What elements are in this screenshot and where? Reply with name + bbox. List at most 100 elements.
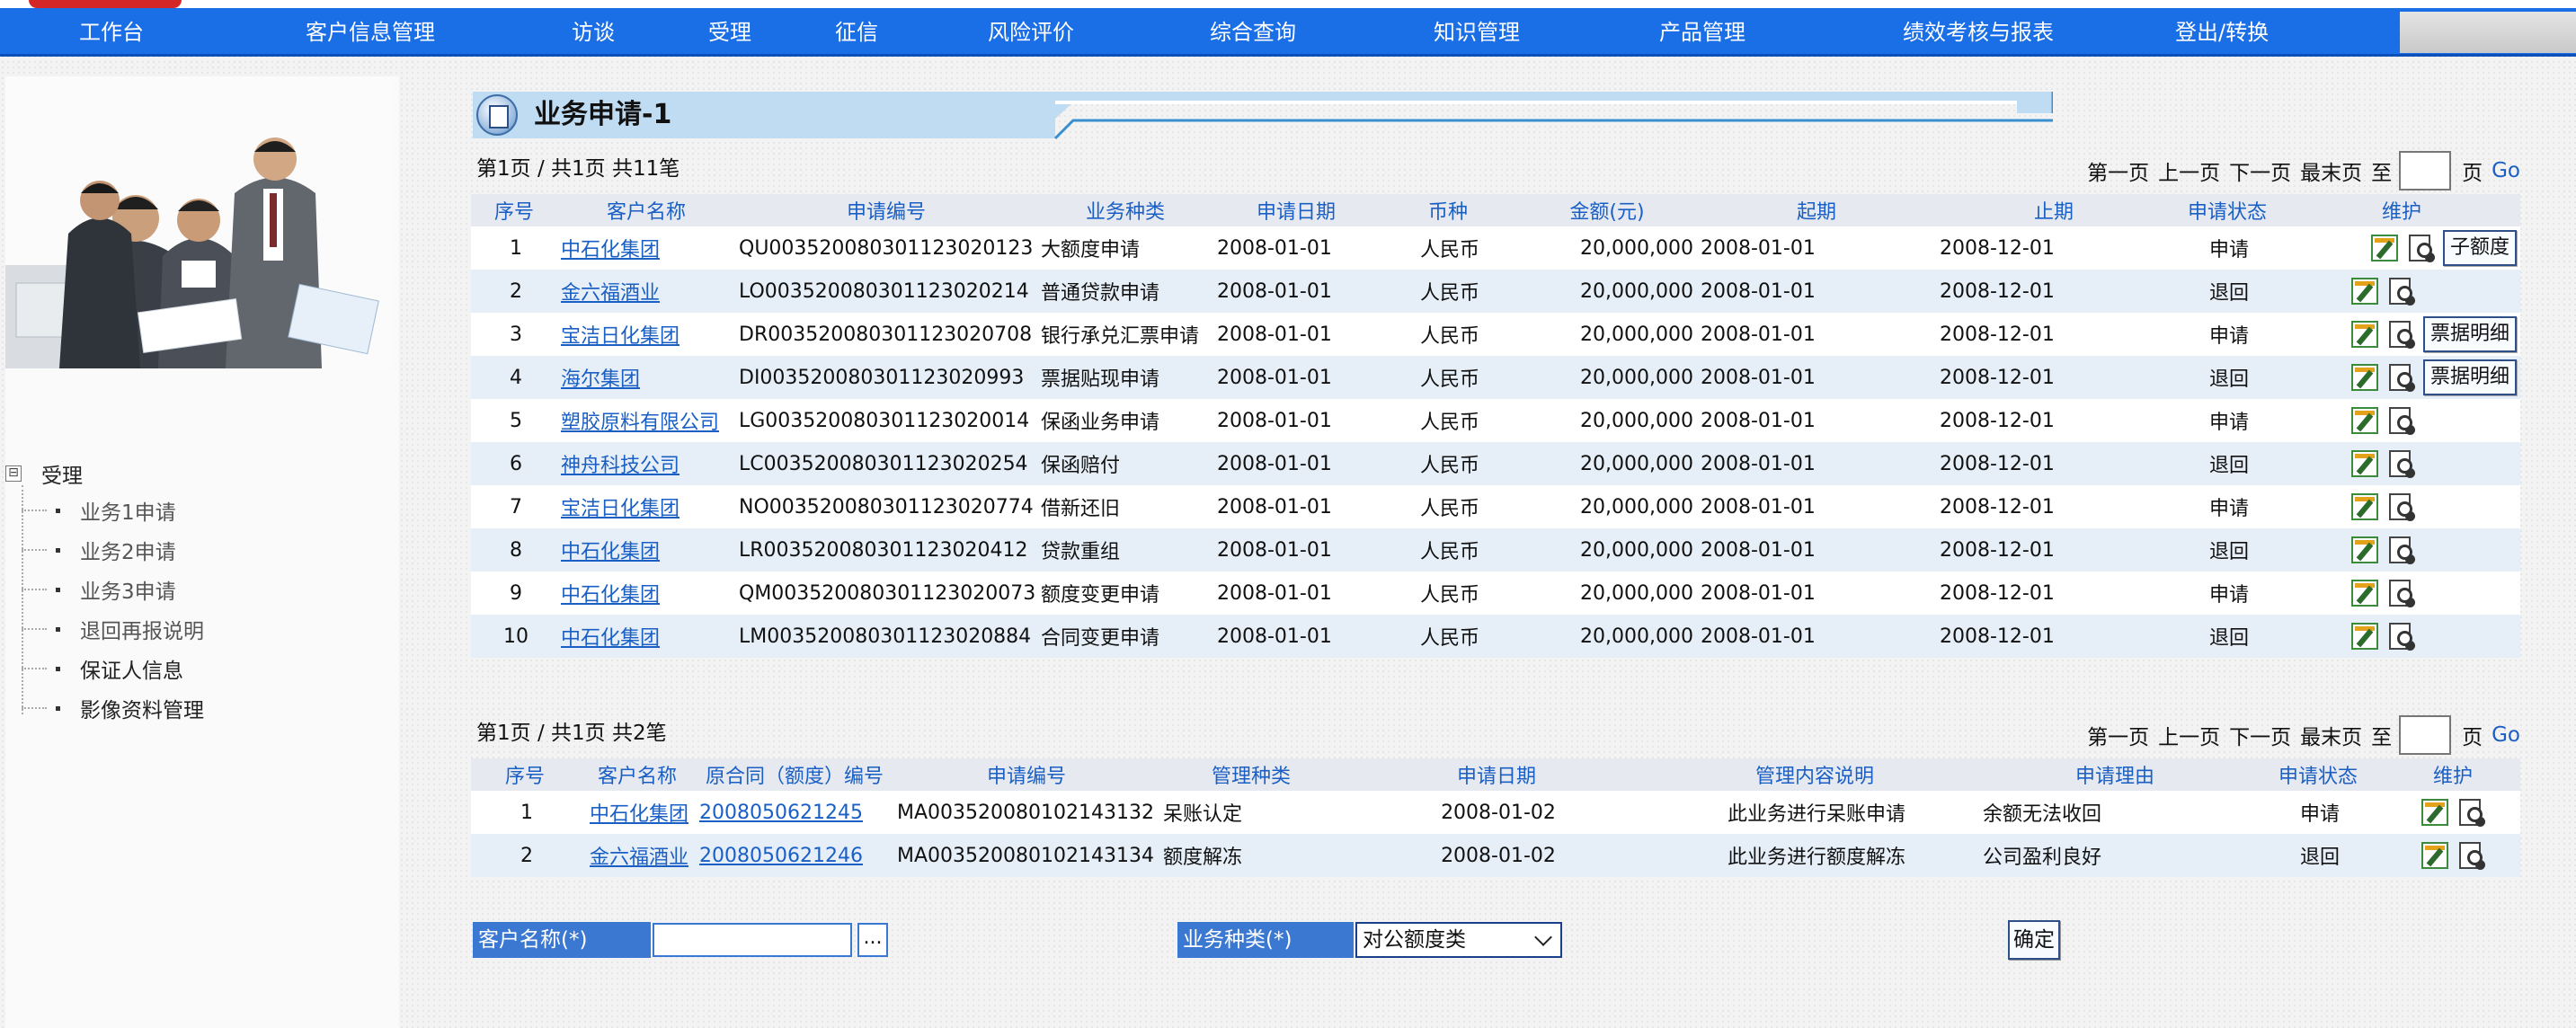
cell-customer: 金六福酒业 bbox=[579, 834, 696, 877]
page-number-input[interactable] bbox=[2399, 715, 2452, 755]
sidebar-item-guarantor[interactable]: 保证人信息 bbox=[22, 653, 183, 684]
cell-status: 申请 bbox=[2251, 791, 2385, 834]
confirm-button[interactable]: 确定 bbox=[2008, 920, 2060, 960]
cell-actions bbox=[2283, 528, 2520, 572]
view-icon[interactable] bbox=[2387, 450, 2414, 477]
edit-icon[interactable] bbox=[2351, 450, 2378, 477]
edit-icon[interactable] bbox=[2350, 321, 2378, 348]
pager-controls: 第一页 上一页 下一页 最末页 至 页 Go bbox=[2078, 151, 2520, 191]
sidebar-item-biz3[interactable]: 业务3申请 bbox=[22, 574, 176, 605]
edit-icon[interactable] bbox=[2351, 278, 2378, 305]
next-page-link[interactable]: 下一页 bbox=[2229, 720, 2291, 750]
cell-app-no: DI003520080301123020993 bbox=[735, 356, 1037, 399]
customer-link[interactable]: 宝洁日化集团 bbox=[561, 325, 680, 348]
contract-link[interactable]: 2008050621246 bbox=[699, 845, 863, 867]
col-header-customer: 客户名称 bbox=[579, 758, 696, 791]
first-page-link[interactable]: 第一页 bbox=[2087, 720, 2149, 750]
go-button[interactable]: Go bbox=[2492, 159, 2520, 182]
cell-actions bbox=[2283, 485, 2520, 528]
row-extra-button[interactable]: 票据明细 bbox=[2422, 359, 2517, 395]
edit-icon[interactable] bbox=[2351, 536, 2378, 563]
row-extra-button[interactable]: 子额度 bbox=[2442, 230, 2517, 266]
nav-product[interactable]: 产品管理 bbox=[1659, 8, 1745, 57]
nav-interview[interactable]: 访谈 bbox=[572, 8, 615, 57]
nav-workbench[interactable]: 工作台 bbox=[79, 8, 144, 57]
nav-knowledge[interactable]: 知识管理 bbox=[1434, 8, 1520, 57]
cell-no: 4 bbox=[471, 356, 557, 399]
tree-root-label: 受理 bbox=[41, 465, 83, 488]
sidebar-item-biz2[interactable]: 业务2申请 bbox=[22, 535, 176, 565]
nav-risk-eval[interactable]: 风险评价 bbox=[988, 8, 1074, 57]
edit-icon[interactable] bbox=[2370, 235, 2398, 261]
view-icon[interactable] bbox=[2387, 407, 2414, 434]
sidebar-item-label: 退回再报说明 bbox=[80, 620, 204, 643]
last-page-link[interactable]: 最末页 bbox=[2300, 720, 2362, 750]
go-button[interactable]: Go bbox=[2492, 723, 2520, 747]
edit-icon[interactable] bbox=[2351, 580, 2378, 607]
view-icon[interactable] bbox=[2387, 536, 2414, 563]
nav-performance[interactable]: 绩效考核与报表 bbox=[1903, 8, 2054, 57]
prev-page-link[interactable]: 上一页 bbox=[2158, 720, 2220, 750]
prev-page-link[interactable]: 上一页 bbox=[2158, 155, 2220, 186]
view-icon[interactable] bbox=[2457, 799, 2484, 826]
edit-icon[interactable] bbox=[2351, 623, 2378, 650]
customer-link[interactable]: 中石化集团 bbox=[561, 584, 660, 607]
next-page-link[interactable]: 下一页 bbox=[2229, 155, 2291, 186]
cell-start: 2008-01-01 bbox=[1697, 572, 1936, 615]
nav-logout[interactable]: 登出/转换 bbox=[2175, 8, 2269, 57]
customer-link[interactable]: 中石化集团 bbox=[561, 239, 660, 261]
cell-actions bbox=[2283, 572, 2520, 615]
nav-query[interactable]: 综合查询 bbox=[1210, 8, 1296, 57]
view-icon[interactable] bbox=[2387, 623, 2414, 650]
business-type-select[interactable]: 对公额度类 bbox=[1355, 922, 1562, 958]
customer-link[interactable]: 神舟科技公司 bbox=[561, 455, 680, 477]
view-icon[interactable] bbox=[2387, 278, 2414, 305]
nav-credit-check[interactable]: 征信 bbox=[835, 8, 878, 57]
customer-link[interactable]: 中石化集团 bbox=[590, 803, 688, 826]
sidebar-item-return-note[interactable]: 退回再报说明 bbox=[22, 614, 204, 644]
customer-link[interactable]: 金六福酒业 bbox=[561, 282, 660, 305]
edit-icon[interactable] bbox=[2351, 407, 2378, 434]
view-icon[interactable] bbox=[2387, 580, 2414, 607]
cell-currency: 人民币 bbox=[1379, 572, 1517, 615]
customer-link[interactable]: 宝洁日化集团 bbox=[561, 498, 680, 520]
edit-icon[interactable] bbox=[2351, 493, 2378, 520]
view-icon[interactable] bbox=[2387, 493, 2414, 520]
view-icon[interactable] bbox=[2457, 842, 2484, 869]
customer-link[interactable]: 塑胶原料有限公司 bbox=[561, 412, 719, 434]
customer-link[interactable]: 中石化集团 bbox=[561, 541, 660, 563]
view-icon[interactable] bbox=[2387, 321, 2414, 348]
edit-icon[interactable] bbox=[2421, 799, 2448, 826]
sidebar-item-label: 业务1申请 bbox=[80, 501, 176, 525]
sidebar-item-biz1[interactable]: 业务1申请 bbox=[22, 495, 176, 526]
nav-accept[interactable]: 受理 bbox=[708, 8, 751, 57]
contract-link[interactable]: 2008050621245 bbox=[699, 802, 863, 824]
first-page-link[interactable]: 第一页 bbox=[2087, 155, 2149, 186]
row-actions bbox=[2287, 493, 2520, 520]
customer-link[interactable]: 中石化集团 bbox=[561, 627, 660, 650]
tree-root-accept[interactable]: ⊟ 受理 bbox=[5, 458, 83, 489]
expand-icon[interactable]: ⊟ bbox=[5, 465, 22, 482]
view-icon[interactable] bbox=[2387, 364, 2414, 391]
customer-link[interactable]: 金六福酒业 bbox=[590, 846, 688, 869]
cell-customer: 海尔集团 bbox=[557, 356, 735, 399]
cell-currency: 人民币 bbox=[1379, 615, 1517, 658]
cell-no: 5 bbox=[471, 399, 557, 442]
business-type-label: 业务种类(*) bbox=[1177, 922, 1354, 958]
page-number-input[interactable] bbox=[2399, 151, 2452, 191]
sidebar-item-image-docs[interactable]: 影像资料管理 bbox=[22, 693, 204, 723]
row-actions bbox=[2287, 278, 2520, 305]
customer-name-input[interactable] bbox=[653, 923, 852, 957]
last-page-link[interactable]: 最末页 bbox=[2300, 155, 2362, 186]
cell-end: 2008-12-01 bbox=[1936, 572, 2172, 615]
row-extra-button[interactable]: 票据明细 bbox=[2422, 316, 2517, 352]
cell-status: 申请 bbox=[2172, 399, 2283, 442]
edit-icon[interactable] bbox=[2350, 364, 2378, 391]
nav-customer-info[interactable]: 客户信息管理 bbox=[306, 8, 435, 57]
edit-icon[interactable] bbox=[2421, 842, 2448, 869]
cell-currency: 人民币 bbox=[1379, 356, 1517, 399]
view-icon[interactable] bbox=[2407, 235, 2434, 261]
browse-button[interactable]: ... bbox=[857, 923, 888, 957]
table-row: 5 塑胶原料有限公司 LG003520080301123020014 保函业务申请 20… bbox=[471, 399, 2520, 442]
customer-link[interactable]: 海尔集团 bbox=[561, 368, 640, 391]
